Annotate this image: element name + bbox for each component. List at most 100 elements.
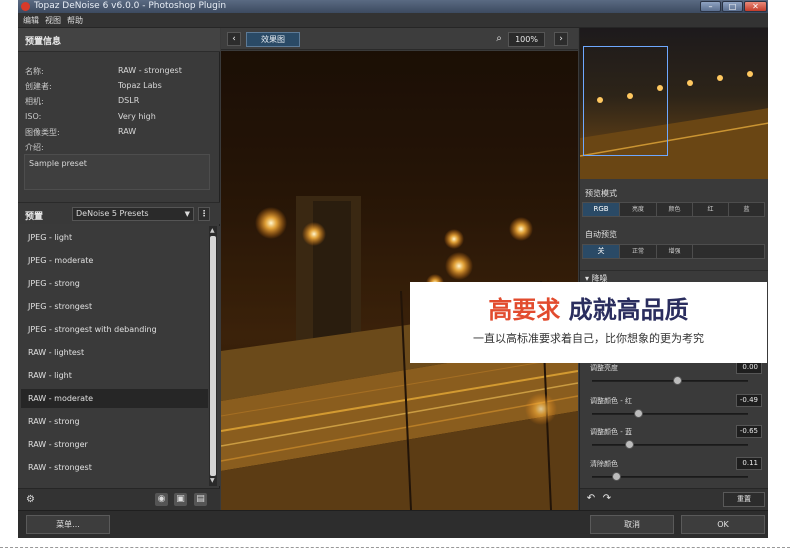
- info-value: Topaz Labs: [118, 81, 162, 90]
- preview-image[interactable]: [221, 51, 578, 510]
- auto-preview-normal[interactable]: 正常: [620, 245, 657, 258]
- slider-adjust-color-red: 调整颜色 - 红 -0.49: [590, 394, 762, 422]
- info-row-image-type: 图像类型: RAW: [25, 127, 215, 141]
- preset-item[interactable]: RAW - strongest: [21, 458, 208, 477]
- menu-view[interactable]: 视图: [45, 15, 61, 26]
- info-row-iso: ISO: Very high: [25, 112, 215, 126]
- slider-knob[interactable]: [612, 472, 622, 481]
- dashed-divider: [0, 547, 790, 548]
- undo-icon[interactable]: ↶: [584, 492, 598, 506]
- navigator-viewport-frame[interactable]: [583, 46, 668, 156]
- slider-track[interactable]: [592, 413, 748, 415]
- right-panel: 预览模式 RGB 亮度 颜色 红 蓝 自动预览 关 正常 增强 ▾ 降噪 调整亮…: [579, 28, 768, 510]
- preset-item[interactable]: JPEG - light: [21, 228, 208, 247]
- zoom-icon[interactable]: ⌕: [492, 32, 506, 46]
- preset-item[interactable]: RAW - lightest: [21, 343, 208, 362]
- left-panel: 预置信息 名称: RAW - strongest 创建者: Topaz Labs…: [18, 28, 220, 510]
- slider-value-input[interactable]: -0.65: [736, 425, 762, 438]
- info-label: 名称:: [25, 67, 44, 76]
- preset-group-value: DeNoise 5 Presets: [76, 209, 149, 218]
- preset-info-title: 预置信息: [25, 37, 62, 47]
- menu-button[interactable]: 菜单...: [26, 515, 110, 534]
- preset-item[interactable]: RAW - strong: [21, 412, 208, 431]
- slider-knob[interactable]: [673, 376, 683, 385]
- info-value: DSLR: [118, 96, 140, 105]
- promo-banner: 高要求 成就高品质 一直以高标准要求着自己，比你想象的更为考究: [410, 282, 767, 363]
- preset-menu-button[interactable]: ⋮: [198, 207, 210, 221]
- next-view-button[interactable]: ›: [554, 32, 568, 46]
- auto-preview-enhanced[interactable]: 增强: [657, 245, 693, 258]
- preset-info-header: 预置信息: [18, 28, 220, 52]
- reset-button[interactable]: 重置: [723, 492, 765, 507]
- window-title: Topaz DeNoise 6 v6.0.0 - Photoshop Plugi…: [34, 1, 227, 11]
- preset-item[interactable]: JPEG - strongest: [21, 297, 208, 316]
- info-label: 相机:: [25, 97, 44, 106]
- info-label: 图像类型:: [25, 128, 60, 137]
- presets-title: 预置: [25, 212, 44, 222]
- preset-list: JPEG - light JPEG - moderate JPEG - stro…: [18, 226, 220, 486]
- chevron-down-icon: ▼: [184, 210, 190, 218]
- preview-mode-blue[interactable]: 蓝: [729, 203, 764, 216]
- info-label: ISO:: [25, 112, 42, 121]
- tab-preview[interactable]: 效果图: [246, 32, 300, 47]
- slider-track[interactable]: [592, 380, 748, 382]
- description-text: Sample preset: [29, 159, 87, 168]
- preview-mode-luminance[interactable]: 亮度: [620, 203, 657, 216]
- slider-value-input[interactable]: 0.11: [736, 457, 762, 470]
- menu-help[interactable]: 帮助: [67, 15, 83, 26]
- preview-mode-color[interactable]: 颜色: [657, 203, 693, 216]
- ok-button[interactable]: OK: [681, 515, 765, 534]
- preset-list-scrollbar[interactable]: ▲ ▼: [209, 226, 217, 486]
- preset-group-select[interactable]: DeNoise 5 Presets ▼: [72, 207, 194, 221]
- scroll-down-icon[interactable]: ▼: [210, 477, 215, 484]
- slider-label: 清除颜色: [590, 460, 618, 468]
- preset-item-selected[interactable]: RAW - moderate: [21, 389, 208, 408]
- maximize-button[interactable]: □: [722, 1, 743, 12]
- save-preset-icon[interactable]: ▣: [174, 493, 187, 506]
- camera-icon[interactable]: ◉: [155, 493, 168, 506]
- slider-label: 调整颜色 - 红: [590, 397, 632, 405]
- preview-area: ‹ 效果图 ⌕ 100% ›: [221, 28, 578, 510]
- slider-clear-color: 清除颜色 0.11: [590, 457, 762, 485]
- cancel-button[interactable]: 取消: [590, 515, 674, 534]
- slider-label: 调整亮度: [590, 364, 618, 372]
- info-row-name: 名称: RAW - strongest: [25, 66, 215, 80]
- slider-value-input[interactable]: -0.49: [736, 394, 762, 407]
- slider-knob[interactable]: [624, 440, 634, 449]
- auto-preview-toggle: 关 正常 增强: [582, 244, 765, 259]
- preset-item[interactable]: JPEG - strong: [21, 274, 208, 293]
- info-value: RAW: [118, 127, 137, 136]
- scroll-up-icon[interactable]: ▲: [210, 227, 215, 234]
- delete-preset-icon[interactable]: ▤: [194, 493, 207, 506]
- minimize-button[interactable]: –: [700, 1, 721, 12]
- navigator-thumbnail[interactable]: [580, 28, 768, 179]
- promo-headline: 高要求 成就高品质: [410, 290, 767, 325]
- info-row-creator: 创建者: Topaz Labs: [25, 81, 215, 95]
- preset-item[interactable]: RAW - stronger: [21, 435, 208, 454]
- close-window-button[interactable]: ✕: [744, 1, 767, 12]
- slider-knob[interactable]: [634, 409, 644, 418]
- right-footer: ↶ ↷ 重置: [580, 488, 768, 510]
- scrollbar-thumb[interactable]: [210, 236, 216, 476]
- preset-item[interactable]: JPEG - strongest with debanding: [21, 320, 208, 339]
- slider-track[interactable]: [592, 444, 748, 446]
- zoom-level[interactable]: 100%: [508, 32, 545, 47]
- title-bar: Topaz DeNoise 6 v6.0.0 - Photoshop Plugi…: [18, 0, 768, 13]
- night-highway-photo: [221, 51, 578, 510]
- promo-headline-red: 高要求: [488, 296, 561, 324]
- preview-mode-red[interactable]: 红: [693, 203, 729, 216]
- preview-mode-label: 预览模式: [585, 189, 617, 198]
- preview-mode-rgb[interactable]: RGB: [583, 203, 620, 216]
- preview-toolbar: ‹ 效果图 ⌕ 100% ›: [221, 28, 578, 50]
- preset-item[interactable]: JPEG - moderate: [21, 251, 208, 270]
- preset-item[interactable]: RAW - light: [21, 366, 208, 385]
- auto-preview-off[interactable]: 关: [583, 245, 620, 258]
- previous-view-button[interactable]: ‹: [227, 32, 241, 46]
- settings-gear-icon[interactable]: ⚙: [24, 493, 37, 506]
- info-row-camera: 相机: DSLR: [25, 96, 215, 110]
- left-footer: ⚙ ◉ ▣ ▤: [18, 488, 220, 510]
- preview-mode-toggle: RGB 亮度 颜色 红 蓝: [582, 202, 765, 217]
- menu-edit[interactable]: 编辑: [23, 15, 39, 26]
- redo-icon[interactable]: ↷: [600, 492, 614, 506]
- promo-subline: 一直以高标准要求着自己，比你想象的更为考究: [473, 332, 704, 345]
